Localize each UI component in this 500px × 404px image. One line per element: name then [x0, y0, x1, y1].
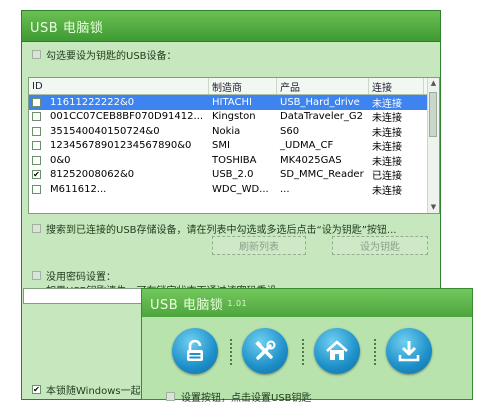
row-status-cell: 已连接: [372, 171, 402, 183]
home-button[interactable]: [314, 328, 360, 374]
table-row[interactable]: 11611222222&0 HITACHI USB_Hard_drive 未连接: [29, 95, 439, 110]
startup-checkbox[interactable]: ✔: [32, 385, 41, 394]
scroll-down-arrow-icon[interactable]: ▼: [428, 202, 439, 213]
device-table-body: 11611222222&0 HITACHI USB_Hard_drive 未连接 001…: [29, 95, 439, 197]
table-row[interactable]: 001CC07CEB8BF070D91412... Kingston DataTra…: [29, 110, 439, 125]
row-status-cell: 未连接: [372, 156, 402, 168]
scroll-up-arrow-icon[interactable]: ▲: [428, 78, 439, 89]
download-button[interactable]: [386, 328, 432, 374]
front-window-body: [142, 317, 472, 399]
row-maker-cell: SMI: [212, 140, 230, 152]
table-row[interactable]: M611612... WDC_WD...... 未连接: [29, 182, 439, 197]
row-id-cell: 351540040150724&0: [29, 126, 209, 137]
row-maker-cell: WDC_WD...: [212, 183, 269, 195]
row-id-cell: ✔ 81252008062&0: [29, 169, 209, 180]
row-status-cell: 未连接: [372, 127, 402, 139]
row-maker-cell: Kingston: [212, 111, 256, 123]
row-product-cell: SD_MMC_Reader: [280, 169, 364, 181]
row-product-cell: DataTraveler_G2: [280, 111, 363, 123]
version-label: 1.01: [227, 298, 248, 308]
download-icon: [398, 341, 420, 362]
tools-icon: [255, 340, 276, 360]
row-checkbox[interactable]: [32, 126, 41, 136]
table-row[interactable]: 0&0 TOSHIBA MK4025GAS 未连接: [29, 153, 439, 168]
row-id-cell: 001CC07CEB8BF070D91412...: [29, 111, 209, 122]
row-id-text: 11611222222&0: [50, 96, 135, 108]
row-maker-cell: USB_2.0: [212, 169, 254, 181]
row-id-text: 81252008062&0: [50, 169, 135, 181]
row-checkbox[interactable]: [32, 141, 41, 151]
row-id-cell: 12345678901234567890&0: [29, 140, 209, 151]
startup-label: 本锁随Windows一起启: [46, 386, 151, 397]
startup-row: ✔ 本锁随Windows一起启: [32, 382, 151, 397]
row-maker-cell: Nokia: [212, 125, 241, 137]
row-checkbox[interactable]: ✔: [32, 170, 41, 180]
search-info-row: 搜索到已连接的USB存储设备，请在列表中勾选或多选后点击“设为钥匙”按钮...: [32, 221, 396, 236]
row-checkbox[interactable]: [32, 155, 41, 165]
scrollbar-thumb[interactable]: [429, 92, 437, 137]
row-id-cell: 0&0: [29, 155, 209, 166]
row-checkbox[interactable]: [32, 184, 41, 194]
row-checkbox[interactable]: [32, 97, 41, 107]
password-setting-checkbox[interactable]: [32, 271, 41, 280]
device-table[interactable]: ID 制造商 产品 连接 11611222222&0 HITACHI USB_Har…: [28, 77, 440, 214]
search-info-label: 搜索到已连接的USB存储设备，请在列表中勾选或多选后点击“设为钥匙”按钮...: [46, 225, 397, 236]
toolbar-separator: [374, 339, 378, 365]
row-product-cell: _UDMA_CF: [280, 140, 334, 152]
row-product-cell: MK4025GAS: [280, 154, 342, 166]
column-header-maker[interactable]: 制造商: [209, 78, 277, 94]
table-row[interactable]: ✔ 81252008062&0 USB_2.0 SD_MMC_Reader 已连接: [29, 168, 439, 183]
main-window-title-bar: USB 电脑锁: [22, 11, 440, 41]
table-row[interactable]: 12345678901234567890&0 SMI _UDMA_CF 未连接: [29, 139, 439, 154]
column-header-id[interactable]: ID: [29, 78, 209, 94]
column-header-product[interactable]: 产品: [277, 78, 369, 94]
set-button-hint-row: 设置按钮，点击设置USB钥匙: [166, 389, 312, 404]
password-setting-row: 没用密码设置：: [32, 268, 116, 283]
row-checkbox[interactable]: [32, 112, 41, 122]
device-table-header: ID 制造商 产品 连接: [29, 78, 439, 95]
front-window: USB 电脑锁 1.01: [141, 288, 473, 400]
settings-button[interactable]: [242, 328, 288, 374]
unlock-icon: [187, 339, 203, 361]
row-product-cell: ...: [280, 183, 290, 195]
front-window-title: USB 电脑锁: [150, 297, 224, 313]
refresh-list-button[interactable]: 刷新列表: [212, 236, 306, 255]
search-info-checkbox[interactable]: [32, 224, 41, 233]
row-status-cell: 未连接: [372, 98, 402, 110]
row-status-cell: 未连接: [372, 113, 402, 125]
choose-devices-label: 勾选要设为钥匙的USB设备：: [46, 51, 177, 62]
row-id-text: M611612...: [50, 183, 107, 195]
row-id-text: 0&0: [50, 154, 71, 166]
row-maker-cell: HITACHI: [212, 96, 252, 108]
column-header-status[interactable]: 连接: [369, 78, 424, 94]
row-id-cell: 11611222222&0: [29, 97, 209, 108]
table-scrollbar[interactable]: ▲ ▼: [427, 78, 439, 213]
toolbar-separator: [230, 339, 234, 365]
set-as-key-label: 设为钥匙: [360, 242, 400, 253]
row-id-text: 001CC07CEB8BF070D91412...: [50, 111, 204, 123]
row-status-cell: 未连接: [372, 185, 402, 197]
table-row[interactable]: 351540040150724&0 Nokia S60 未连接: [29, 124, 439, 139]
row-status-cell: 未连接: [372, 142, 402, 154]
set-as-key-button[interactable]: 设为钥匙: [332, 236, 428, 255]
password-input[interactable]: [23, 288, 145, 304]
choose-devices-row: 勾选要设为钥匙的USB设备：: [32, 47, 177, 62]
home-icon: [326, 340, 348, 360]
row-product-cell: USB_Hard_drive: [280, 96, 360, 108]
row-maker-cell: TOSHIBA: [212, 154, 257, 166]
toolbar-separator: [302, 339, 306, 365]
refresh-list-label: 刷新列表: [239, 242, 279, 253]
choose-devices-checkbox[interactable]: [32, 50, 41, 59]
main-window-title: USB 电脑锁: [30, 20, 104, 36]
row-id-cell: M611612...: [29, 184, 209, 195]
unlock-button[interactable]: [172, 328, 218, 374]
set-button-hint-label: 设置按钮，点击设置USB钥匙: [181, 393, 312, 404]
row-product-cell: S60: [280, 125, 300, 137]
password-setting-label: 没用密码设置：: [46, 272, 116, 283]
row-id-text: 12345678901234567890&0: [50, 140, 192, 152]
front-window-title-bar: USB 电脑锁 1.01: [142, 289, 472, 317]
row-id-text: 351540040150724&0: [50, 125, 160, 137]
